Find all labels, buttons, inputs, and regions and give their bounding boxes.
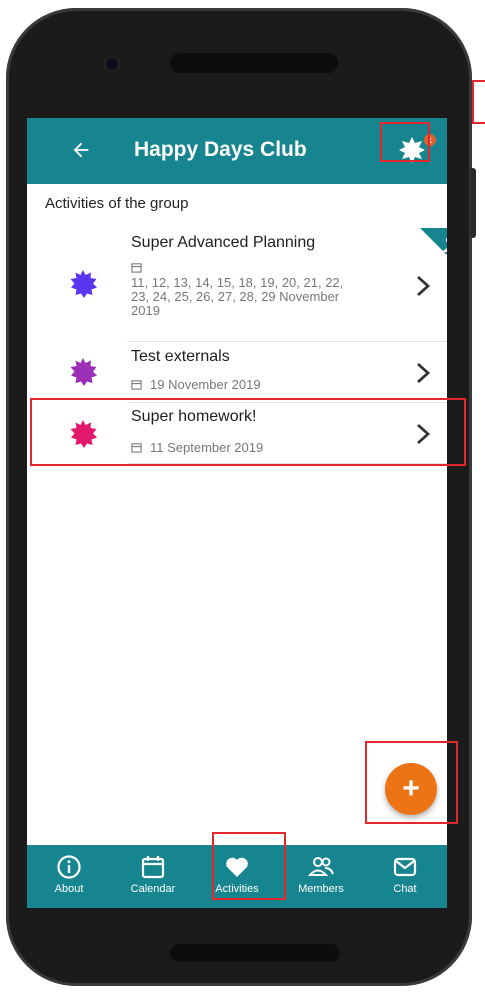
nav-label: Chat	[393, 883, 417, 895]
assigned-corner-icon	[420, 228, 447, 255]
nav-label: About	[54, 883, 84, 895]
chat-icon	[393, 857, 417, 877]
bottom-speaker	[170, 944, 340, 962]
activity-date: 11, 12, 13, 14, 15, 18, 19, 20, 21, 22, …	[131, 275, 344, 318]
more-options-button[interactable]	[446, 138, 447, 164]
activity-title: Super Advanced Planning	[131, 234, 316, 251]
notification-badge: 1	[424, 134, 436, 146]
nav-label: Calendar	[130, 883, 176, 895]
members-icon	[308, 857, 334, 876]
nav-label: Activities	[215, 883, 259, 895]
row-divider	[127, 341, 447, 342]
sun-icon	[399, 137, 425, 163]
nav-calendar[interactable]: Calendar	[111, 845, 195, 908]
info-icon	[57, 855, 81, 879]
calendar-small-icon	[131, 380, 142, 390]
row-divider	[127, 463, 447, 464]
nav-activities[interactable]: Activities	[195, 845, 279, 908]
arrow-left-icon	[73, 142, 89, 158]
front-camera	[106, 58, 118, 70]
nav-label: Members	[298, 883, 344, 895]
nav-members[interactable]: Members	[279, 845, 363, 908]
phone-frame: Happy Days Club 1 Activities of the grou…	[6, 8, 476, 986]
activity-date: 19 November 2019	[150, 377, 261, 392]
nav-about[interactable]: About	[27, 845, 111, 908]
bottom-navigation: About Calendar Activities Members Chat	[27, 845, 447, 908]
activity-title: Super homework!	[131, 408, 257, 425]
activity-title: Test externals	[131, 348, 230, 365]
group-title: Happy Days Club	[134, 138, 307, 161]
group-status-button[interactable]	[397, 135, 427, 165]
activity-badge-icon	[70, 420, 97, 448]
calendar-icon	[141, 856, 165, 879]
add-activity-button[interactable]: +	[385, 763, 437, 815]
chevron-right-icon	[417, 362, 431, 384]
heart-icon	[226, 857, 248, 877]
app-screen: Happy Days Club 1 Activities of the grou…	[27, 118, 447, 908]
calendar-small-icon	[131, 443, 142, 453]
back-button[interactable]	[67, 136, 95, 164]
section-label: Activities of the group	[45, 195, 189, 212]
activity-badge-icon	[70, 270, 97, 298]
chevron-right-icon	[417, 275, 431, 297]
calendar-small-icon	[131, 263, 142, 273]
chevron-right-icon	[417, 423, 431, 445]
activity-date: 11 September 2019	[150, 440, 264, 455]
nav-chat[interactable]: Chat	[363, 845, 447, 908]
row-divider	[127, 402, 447, 403]
top-speaker	[170, 53, 338, 73]
plus-icon: +	[402, 772, 420, 805]
highlight-edge-marker	[472, 80, 485, 124]
side-button	[470, 168, 476, 238]
activity-badge-icon	[70, 358, 97, 386]
app-bar: Happy Days Club 1	[27, 118, 447, 184]
